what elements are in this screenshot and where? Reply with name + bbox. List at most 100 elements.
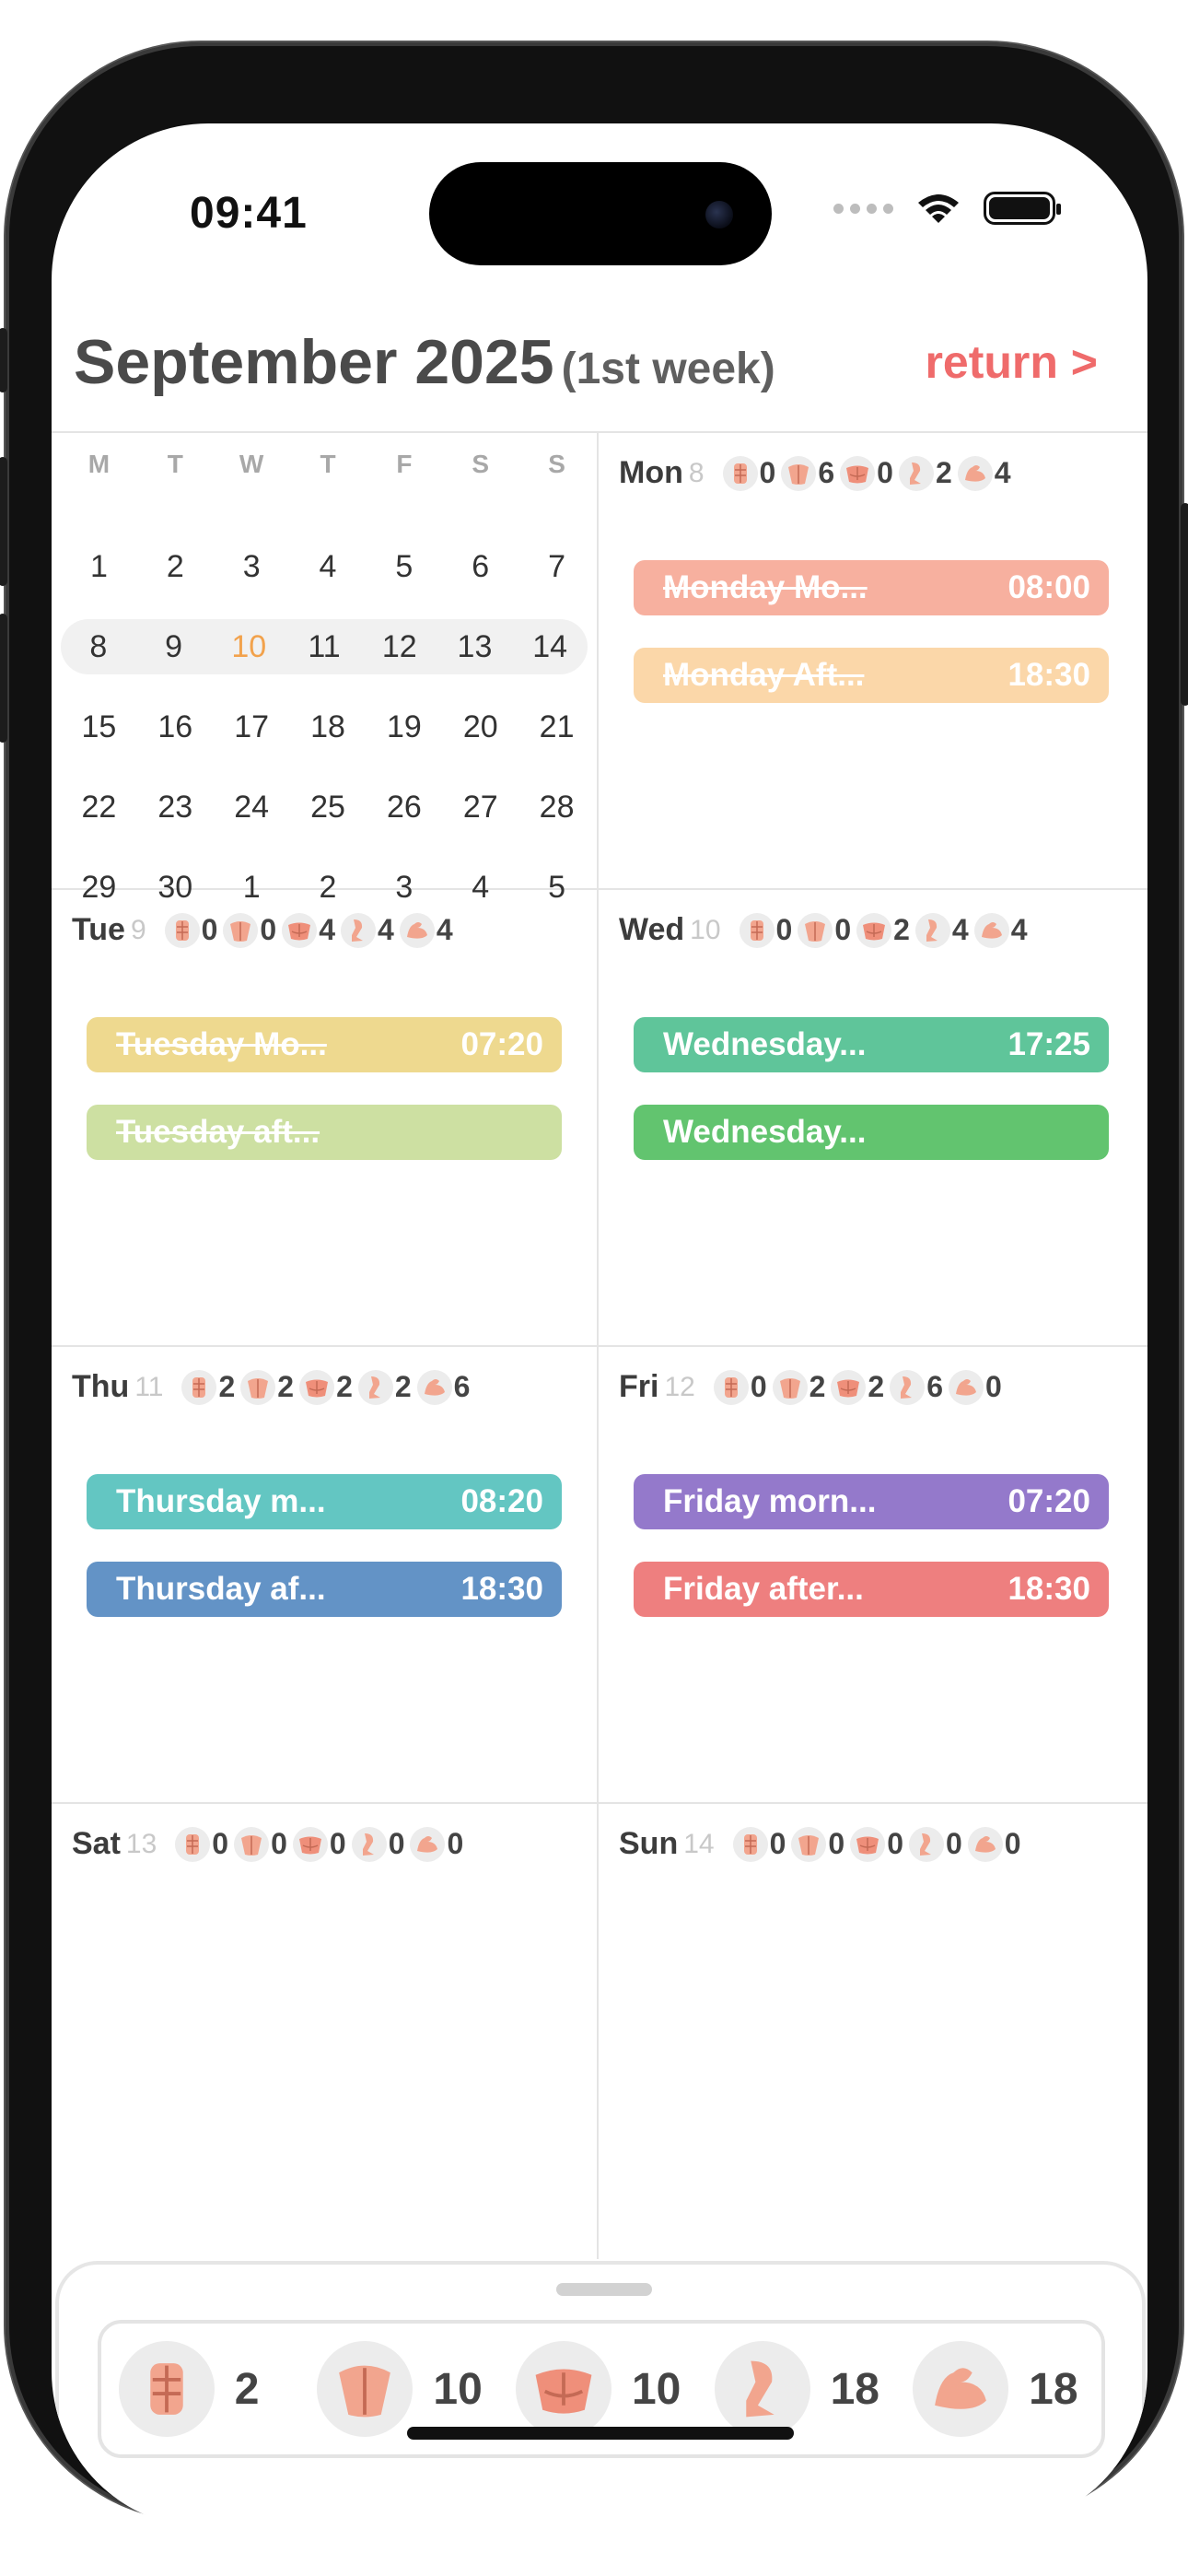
dynamic-island (429, 162, 772, 265)
home-indicator[interactable] (407, 2427, 794, 2440)
muscle-count-value: 2 (277, 1370, 295, 1403)
cellular-signal-icon (833, 203, 893, 214)
workout-event[interactable]: Thursday af... 18:30 (87, 1562, 562, 1617)
summary-item[interactable]: 2 (118, 2341, 290, 2437)
calendar-date[interactable]: 16 (137, 699, 214, 755)
return-button[interactable]: return > (925, 335, 1098, 389)
muscle-count: 0 (908, 1826, 962, 1862)
day-panel-mon[interactable]: Mon 8 0 6 0 2 4 Monday Mo... 08:00 Monday Aft... 1… (599, 431, 1144, 883)
sheet-grabber[interactable] (556, 2283, 652, 2296)
muscle-count-value: 6 (818, 456, 835, 489)
muscle-count: 0 (234, 1826, 287, 1862)
calendar-date[interactable]: 1 (61, 539, 137, 594)
calendar-date[interactable]: 21 (518, 699, 595, 755)
weekday-label: M (87, 450, 111, 478)
day-header: Mon 8 0 6 0 2 4 (619, 455, 1017, 491)
day-panel-wed[interactable]: Wed 10 0 0 2 4 4 Wednesday... 17:25 Wednesday... (599, 888, 1144, 1340)
summary-item[interactable]: 18 (913, 2341, 1084, 2437)
abs-icon (732, 1826, 768, 1862)
calendar-date[interactable]: 22 (61, 779, 137, 835)
calendar-date[interactable]: 23 (137, 779, 214, 835)
day-header: Wed 10 0 0 2 4 4 (619, 912, 1033, 948)
muscle-count: 2 (181, 1369, 235, 1405)
arm-icon (967, 1826, 1003, 1862)
muscle-count: 4 (341, 912, 394, 948)
workout-event[interactable]: Tuesday aft... (87, 1105, 562, 1160)
calendar-week-row[interactable]: 22 23 24 25 26 27 28 (61, 779, 595, 835)
event-time: 18:30 (1007, 657, 1090, 693)
muscle-count: 0 (713, 1369, 767, 1405)
page-title: September 2025 (1st week) (74, 326, 775, 398)
muscle-count-value: 0 (750, 1370, 767, 1403)
leg-icon (890, 1369, 926, 1405)
muscle-count-value: 0 (447, 1827, 464, 1860)
back-icon (223, 912, 259, 948)
summary-item[interactable]: 18 (714, 2341, 886, 2437)
workout-event[interactable]: Wednesday... (634, 1105, 1109, 1160)
summary-item[interactable]: 10 (317, 2341, 488, 2437)
calendar-date[interactable]: 24 (214, 779, 290, 835)
muscle-count: 2 (898, 455, 952, 491)
month-title: September 2025 (74, 327, 554, 397)
workout-event[interactable]: Friday morn... 07:20 (634, 1474, 1109, 1529)
calendar-date[interactable]: 9 (136, 619, 212, 674)
calendar-date[interactable]: 26 (366, 779, 442, 835)
calendar-date[interactable]: 11 (286, 619, 362, 674)
workout-event[interactable]: Monday Aft... 18:30 (634, 648, 1109, 703)
event-title: Tuesday aft... (116, 1114, 320, 1150)
leg-icon (898, 455, 934, 491)
workout-event[interactable]: Friday after... 18:30 (634, 1562, 1109, 1617)
calendar-date[interactable]: 13 (437, 619, 513, 674)
day-panel-thu[interactable]: Thu 11 2 2 2 2 6 Thursday m... 08:20 Thursday af.… (52, 1345, 597, 1797)
calendar-date[interactable]: 8 (61, 619, 136, 674)
calendar-date[interactable]: 6 (442, 539, 518, 594)
calendar-date[interactable]: 25 (290, 779, 367, 835)
day-panel-tue[interactable]: Tue 9 0 0 4 4 4 Tuesday Mo... 07:20 Tuesday aft..… (52, 888, 597, 1340)
calendar-date[interactable]: 7 (518, 539, 595, 594)
calendar-date[interactable]: 10 (211, 619, 286, 674)
calendar-date[interactable]: 18 (290, 699, 367, 755)
calendar-week-row[interactable]: 15 16 17 18 19 20 21 (61, 699, 595, 755)
calendar-date[interactable]: 12 (362, 619, 437, 674)
muscle-count: 4 (973, 912, 1028, 948)
day-header: Sun 14 0 0 0 0 0 (619, 1826, 1027, 1862)
calendar-date[interactable]: 20 (442, 699, 518, 755)
day-panel-fri[interactable]: Fri 12 0 2 2 6 0 Friday morn... 07:20 Friday afte… (599, 1345, 1144, 1797)
abs-icon (175, 1826, 211, 1862)
muscle-count: 0 (798, 912, 851, 948)
calendar-date[interactable]: 15 (61, 699, 137, 755)
calendar-date[interactable]: 14 (512, 619, 588, 674)
back-icon (798, 912, 833, 948)
summary-sheet[interactable]: 2 10 10 18 18 (55, 2261, 1146, 2528)
day-panel-sun[interactable]: Sun 14 0 0 0 0 0 (599, 1802, 1144, 2254)
back-icon (240, 1369, 276, 1405)
weekday-label: W (239, 450, 264, 478)
calendar-week-row[interactable]: 1234567 (61, 539, 595, 594)
workout-event[interactable]: Tuesday Mo... 07:20 (87, 1017, 562, 1072)
muscle-count: 4 (399, 912, 453, 948)
event-time: 07:20 (460, 1026, 543, 1062)
calendar-week-row[interactable]: 8 9 10 11 12 13 14 (61, 619, 588, 674)
muscle-count: 0 (739, 912, 792, 948)
calendar-date[interactable]: 3 (214, 539, 290, 594)
workout-event[interactable]: Thursday m... 08:20 (87, 1474, 562, 1529)
muscle-count: 0 (175, 1826, 229, 1862)
workout-event[interactable]: Monday Mo... 08:00 (634, 560, 1109, 615)
calendar-date[interactable]: 28 (518, 779, 595, 835)
muscle-count-value: 0 (212, 1827, 229, 1860)
muscle-count-value: 2 (394, 1370, 412, 1403)
calendar-date[interactable]: 17 (214, 699, 290, 755)
abs-icon (713, 1369, 749, 1405)
workout-event[interactable]: Wednesday... 17:25 (634, 1017, 1109, 1072)
battery-icon (984, 192, 1061, 225)
calendar-date[interactable]: 19 (366, 699, 442, 755)
week-subtitle: (1st week) (561, 345, 775, 393)
calendar-date[interactable]: 4 (290, 539, 367, 594)
summary-item[interactable]: 10 (515, 2341, 687, 2437)
calendar-date[interactable]: 5 (366, 539, 442, 594)
arm-icon (416, 1369, 452, 1405)
chest-icon (515, 2341, 611, 2437)
calendar-date[interactable]: 2 (137, 539, 214, 594)
day-panel-sat[interactable]: Sat 13 0 0 0 0 0 (52, 1802, 597, 2254)
calendar-date[interactable]: 27 (442, 779, 518, 835)
